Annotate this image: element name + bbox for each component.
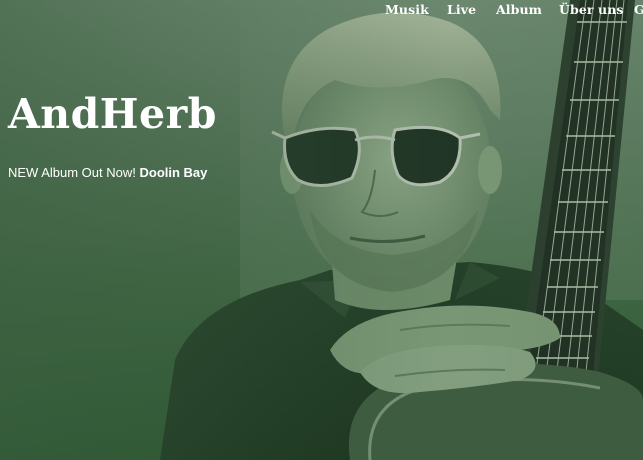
album-link[interactable]: Doolin Bay (140, 165, 208, 180)
nav-item-live[interactable]: Live (447, 2, 476, 17)
site-title[interactable]: AndHerb (8, 91, 217, 137)
nav-item-ueber-uns[interactable]: Über uns (559, 2, 624, 17)
hero-section: Musik Live Album Über uns G AndHerb NEW … (0, 0, 643, 460)
hero-tagline: NEW Album Out Now! Doolin Bay (8, 165, 207, 180)
nav-item-musik[interactable]: Musik (385, 2, 429, 17)
nav-item-truncated[interactable]: G (634, 2, 643, 17)
tagline-text: NEW Album Out Now! (8, 165, 136, 180)
hero-background-photo (160, 0, 643, 460)
nav-item-album[interactable]: Album (496, 2, 542, 17)
top-navigation: Musik Live Album Über uns G (0, 0, 643, 22)
